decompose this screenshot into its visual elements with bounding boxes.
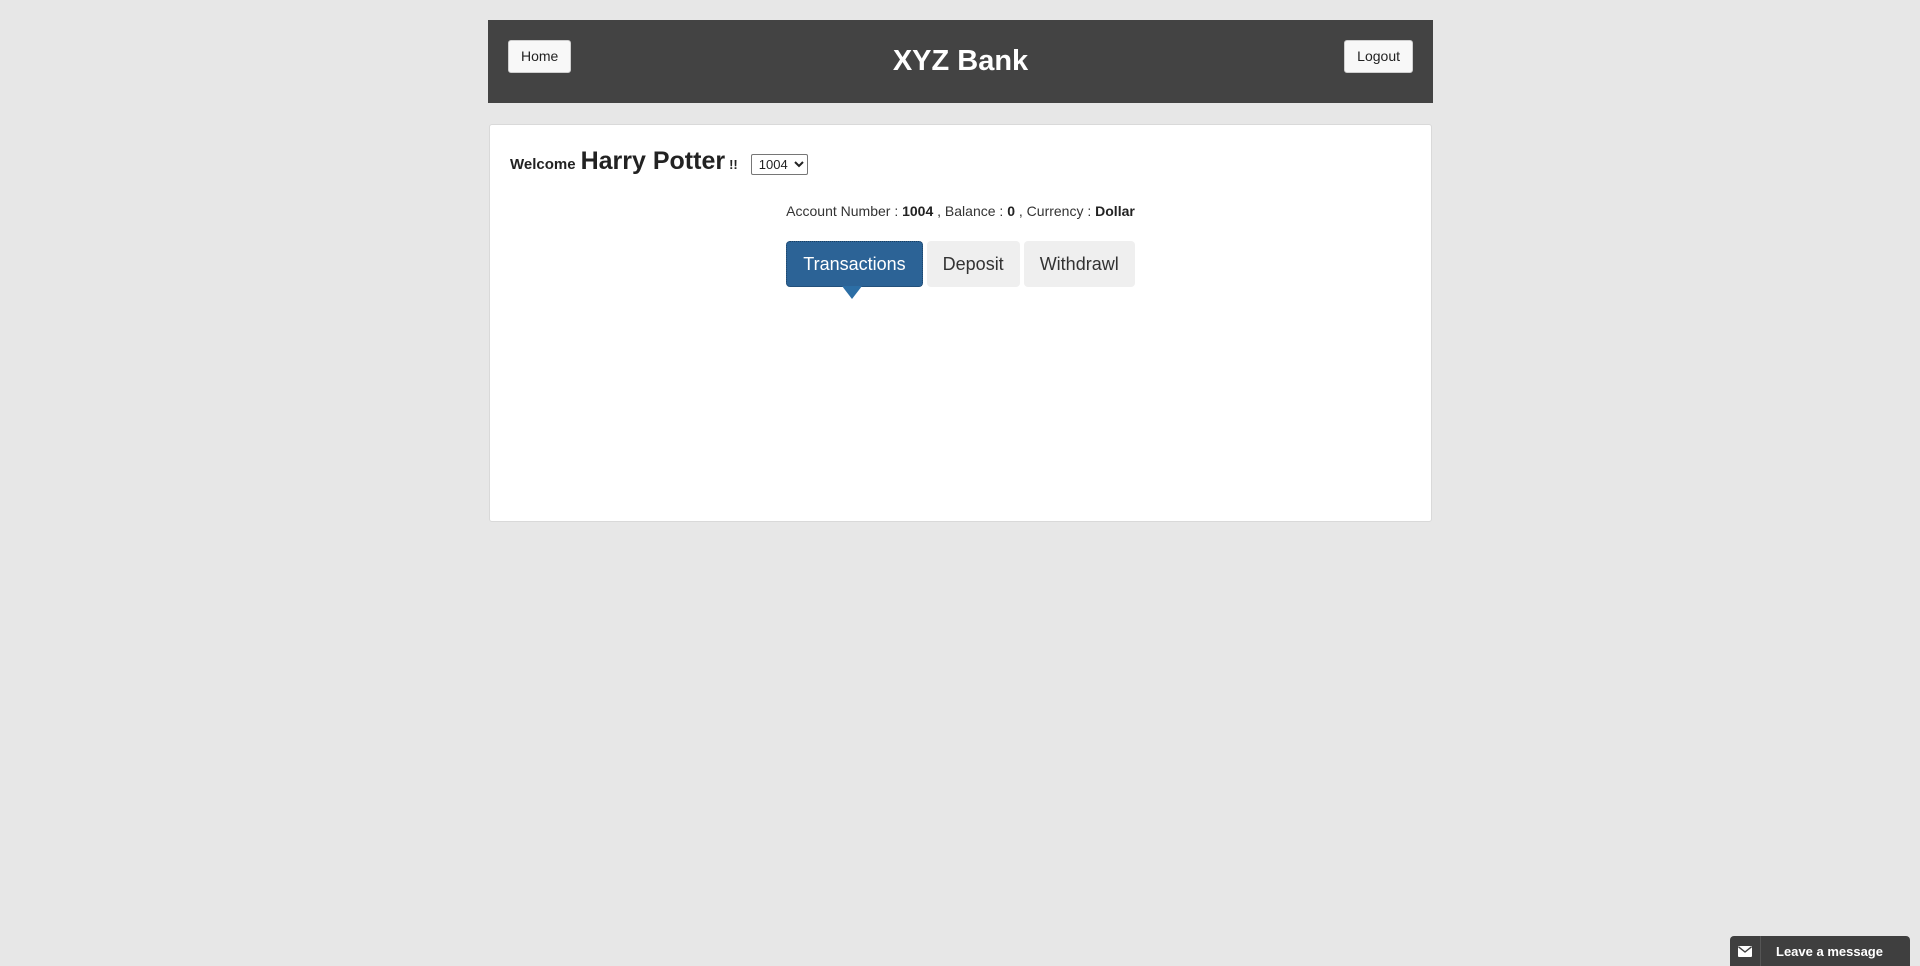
- account-panel: Welcome Harry Potter !! 1004 Account Num…: [489, 124, 1432, 522]
- account-number-value: 1004: [902, 203, 934, 219]
- tab-transactions-label: Transactions: [803, 254, 906, 274]
- customer-name: Harry Potter: [580, 147, 726, 175]
- logout-button[interactable]: Logout: [1344, 40, 1413, 73]
- bank-title: XYZ Bank: [892, 45, 1029, 77]
- leave-message-label: Leave a message: [1776, 943, 1883, 959]
- welcome-label: Welcome: [510, 156, 576, 173]
- currency-label: , Currency :: [1018, 203, 1092, 219]
- welcome-exclamation: !!: [729, 157, 738, 172]
- account-select[interactable]: 1004: [750, 154, 808, 175]
- currency-value: Dollar: [1095, 203, 1135, 219]
- tab-withdrawl[interactable]: Withdrawl: [1023, 241, 1135, 287]
- action-tabs: Transactions Deposit Withdrawl: [490, 241, 1431, 299]
- envelope-icon: [1730, 936, 1761, 966]
- active-tab-arrow-icon: [842, 286, 863, 299]
- tab-transactions[interactable]: Transactions: [786, 241, 923, 299]
- tab-deposit-label: Deposit: [942, 254, 1004, 274]
- account-info: Account Number : 1004 , Balance : 0 , Cu…: [490, 203, 1431, 219]
- welcome-row: Welcome Harry Potter !! 1004: [510, 147, 808, 176]
- tab-withdrawl-label: Withdrawl: [1039, 254, 1119, 274]
- header-bar: Home XYZ Bank Logout: [488, 20, 1433, 103]
- account-number-label: Account Number :: [786, 203, 899, 219]
- leave-message-widget[interactable]: Leave a message: [1730, 936, 1910, 966]
- balance-label: , Balance :: [937, 203, 1004, 219]
- tab-deposit[interactable]: Deposit: [926, 241, 1020, 287]
- page: Home XYZ Bank Logout Welcome Harry Potte…: [0, 0, 1920, 966]
- balance-value: 0: [1007, 203, 1015, 219]
